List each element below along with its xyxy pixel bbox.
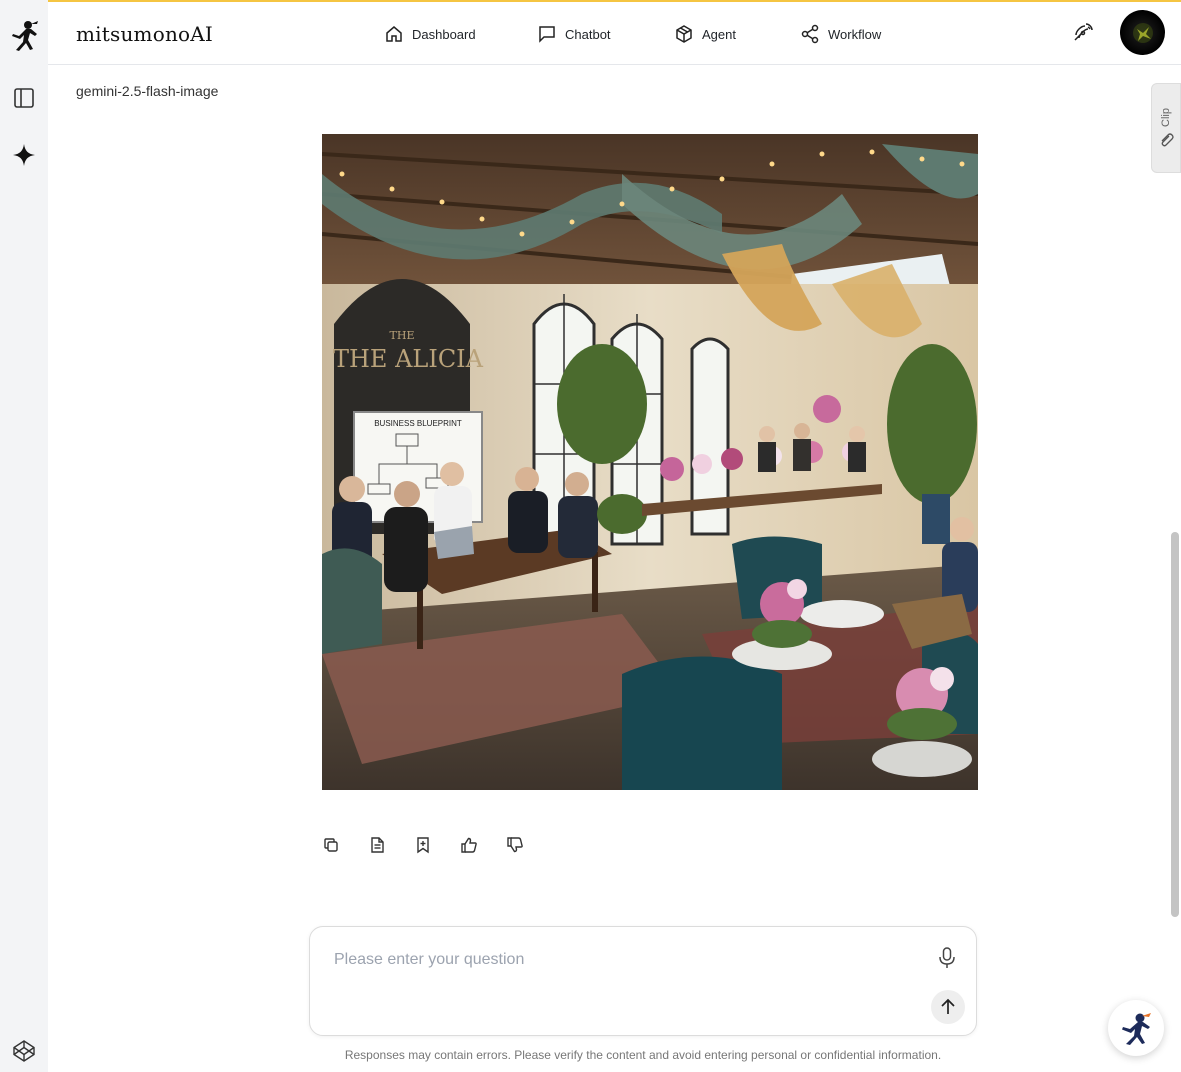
microphone-icon[interactable] — [934, 945, 960, 971]
image-sign-text: THE ALICIA — [333, 345, 484, 373]
nav-chatbot[interactable]: Chatbot — [537, 22, 611, 46]
clip-panel-tab[interactable]: Clip — [1151, 83, 1181, 173]
satellite-icon[interactable] — [1070, 20, 1096, 46]
nav-dashboard[interactable]: Dashboard — [384, 22, 476, 46]
document-icon[interactable] — [366, 834, 388, 856]
ninja-assistant-button[interactable] — [1108, 1000, 1164, 1056]
nav-label: Dashboard — [412, 26, 476, 42]
arrow-up-icon — [941, 998, 955, 1014]
chat-input-box — [309, 926, 977, 1036]
nav-label: Chatbot — [565, 26, 611, 42]
thumbs-down-icon[interactable] — [504, 834, 526, 856]
scrollbar-thumb[interactable] — [1171, 532, 1179, 917]
thumbs-up-icon[interactable] — [458, 834, 480, 856]
toggle-sidebar-icon[interactable] — [8, 82, 40, 114]
left-sidebar — [0, 0, 48, 1072]
share-nodes-icon — [801, 24, 819, 44]
generated-image[interactable]: THE THE ALICIA BUSINESS BLUEPRINT — [322, 134, 978, 790]
top-header: mitsumonoAI Dashboard Chatbot Agent Work… — [48, 2, 1181, 65]
sparkle-icon[interactable] — [8, 139, 40, 171]
copy-icon[interactable] — [320, 834, 342, 856]
nav-workflow[interactable]: Workflow — [800, 22, 881, 46]
clip-label: Clip — [1160, 107, 1172, 127]
nav-agent[interactable]: Agent — [674, 22, 736, 46]
brand-name[interactable]: mitsumonoAI — [76, 22, 213, 46]
ninja-logo-icon[interactable] — [8, 20, 40, 52]
user-avatar[interactable] — [1120, 10, 1165, 55]
chat-bubble-icon — [539, 26, 555, 43]
question-input[interactable] — [334, 947, 914, 973]
model-name: gemini-2.5-flash-image — [76, 83, 219, 99]
home-icon — [386, 26, 402, 42]
send-button[interactable] — [931, 990, 965, 1024]
disclaimer-text: Responses may contain errors. Please ver… — [344, 1048, 942, 1062]
nav-label: Workflow — [828, 26, 882, 42]
nav-label: Agent — [702, 26, 736, 42]
bookmark-add-icon[interactable] — [412, 834, 434, 856]
cube-icon — [676, 25, 692, 43]
image-board-text: BUSINESS BLUEPRINT — [374, 419, 462, 428]
svg-text:THE: THE — [390, 329, 415, 342]
paperclip-icon — [1161, 133, 1174, 147]
codepen-icon[interactable] — [8, 1035, 40, 1067]
